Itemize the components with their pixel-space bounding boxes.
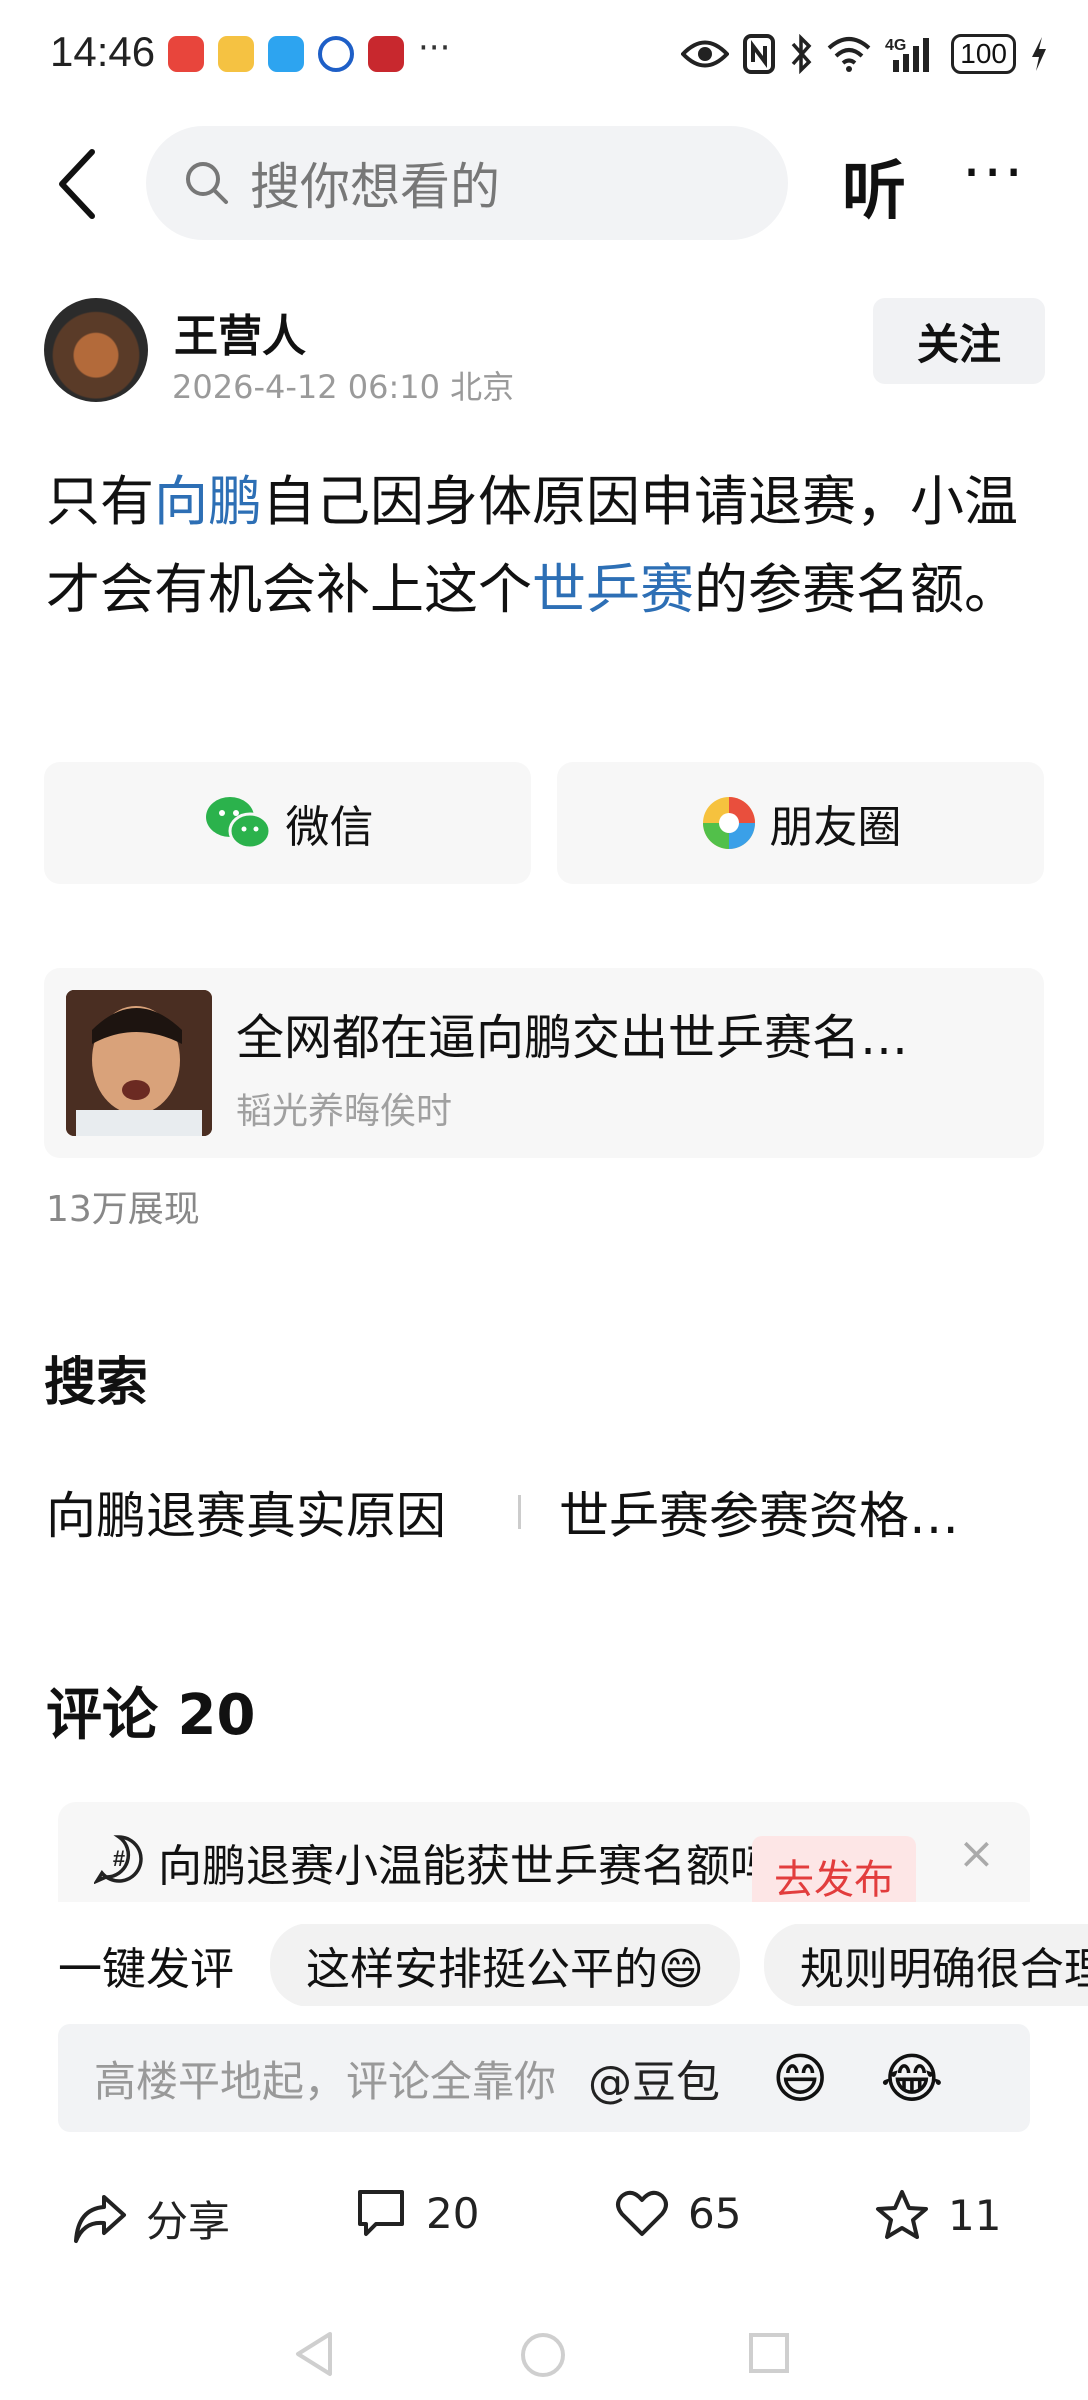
share-wechat-label: 微信 [285,802,374,853]
related-article-thumbnail [66,990,212,1136]
favorite-count: 11 [948,2190,1002,2240]
comment-count: 20 [426,2188,480,2238]
share-label: 分享 [146,2197,231,2246]
svg-text:4G: 4G [885,37,906,54]
search-bar[interactable]: 搜你想看的 [146,126,788,240]
publish-button[interactable]: 去发布 [752,1836,916,1902]
search-suggestion[interactable]: 世乒赛参赛资格… [559,1476,959,1548]
charging-icon [1032,37,1046,71]
comment-button[interactable]: 20 [354,2188,479,2238]
huawei-app-icon [168,36,204,72]
system-nav-bar [0,2300,1088,2400]
emoji-laugh-button[interactable]: 😂 [880,2047,943,2110]
post-text: 只有 [46,470,154,533]
share-row: 微信 朋友圈 [44,762,1044,884]
listen-button[interactable]: 听 [842,140,906,232]
author-name[interactable]: 王营人 [174,300,306,364]
back-button[interactable] [48,144,108,224]
heart-icon [616,2190,668,2236]
comment-input-placeholder: 高楼平地起，评论全靠你 [94,2056,557,2106]
action-bar: 分享 20 65 11 [0,2170,1088,2270]
more-notifications-icon: ··· [418,28,451,68]
emoji-grin-button[interactable]: 😄 [772,2047,828,2110]
share-moments-button[interactable]: 朋友圈 [557,762,1044,884]
nav-back-icon[interactable] [292,2330,336,2378]
post-text: 的参赛名额。 [694,558,1018,621]
news-app-icon [368,36,404,72]
c-app-icon [318,36,354,72]
post-content: 只有向鹏自己因身体原因申请退赛，小温才会有机会补上这个世乒赛的参赛名额。 [46,458,1046,634]
impression-count: 13万展现 [46,1189,200,1230]
quick-reply-row: 一键发评 这样安排挺公平的😄 规则明确很合理 [0,1924,1088,2006]
status-bar: 14:46 ··· 4G 100 [0,0,1088,110]
notification-icons [168,36,404,72]
eye-icon [681,40,730,68]
favorite-button[interactable]: 11 [874,2188,1001,2242]
moments-icon [702,797,755,849]
author-avatar[interactable] [44,298,148,402]
hashtag-icon: # [94,1835,143,1884]
topic-link-xiangpeng[interactable]: 向鹏 [154,470,262,533]
status-time: 14:46 [50,28,156,75]
weibo-app-icon [218,36,254,72]
search-placeholder: 搜你想看的 [250,158,500,216]
battery-indicator: 100 [951,34,1016,74]
post-timestamp: 2026-4-12 06:10 北京 [172,368,515,406]
star-icon [876,2190,928,2239]
close-icon[interactable]: × [958,1828,995,1879]
related-article-title: 全网都在逼向鹏交出世乒赛名… [236,1010,909,1066]
search-icon [186,162,228,204]
share-wechat-button[interactable]: 微信 [44,762,531,884]
like-count: 65 [688,2188,742,2238]
mention-doubao-button[interactable]: @豆包 [588,2046,720,2110]
bluetooth-icon [791,34,812,74]
comments-title: 评论 20 [46,1683,256,1748]
message-app-icon [268,36,304,72]
search-suggestions: 向鹏退赛真实原因 世乒赛参赛资格… [46,1476,1046,1548]
topic-link-world-championships[interactable]: 世乒赛 [532,558,694,621]
share-icon [74,2194,126,2243]
follow-button[interactable]: 关注 [873,298,1045,384]
comment-input[interactable]: 高楼平地起，评论全靠你 @豆包 😄 😂 [58,2024,1030,2132]
search-suggestion[interactable]: 向鹏退赛真实原因 [46,1476,446,1548]
nav-recents-icon[interactable] [748,2332,790,2374]
search-section-title: 搜索 [44,1353,149,1413]
divider [518,1495,521,1529]
signal-4g-icon: 4G [885,37,930,72]
top-bar: 搜你想看的 听 ··· [0,118,1088,248]
quick-reply-chip[interactable]: 这样安排挺公平的😄 [270,1924,740,2006]
like-button[interactable]: 65 [614,2188,741,2238]
nfc-icon [743,34,776,74]
comment-icon [358,2190,404,2236]
share-button[interactable]: 分享 [72,2188,230,2249]
wifi-icon [827,37,871,72]
wechat-icon [205,797,271,850]
comment-topic-text: 向鹏退赛小温能获世乒赛名额吗 [158,1841,774,1892]
share-moments-label: 朋友圈 [769,802,902,853]
quick-reply-chip[interactable]: 规则明确很合理 [763,1924,1088,2006]
related-article-card[interactable]: 全网都在逼向鹏交出世乒赛名… 韬光养晦俟时 [44,968,1044,1158]
comment-topic-card[interactable]: # 向鹏退赛小温能获世乒赛名额吗 去发布 × [58,1802,1030,1902]
quick-reply-label: 一键发评 [58,1944,234,1995]
system-indicators: 4G 100 [681,34,1048,74]
more-options-button[interactable]: ··· [962,138,1025,208]
related-article-source: 韬光养晦俟时 [236,1091,453,1132]
svg-text:#: # [113,1846,125,1871]
nav-home-icon[interactable] [520,2332,566,2378]
